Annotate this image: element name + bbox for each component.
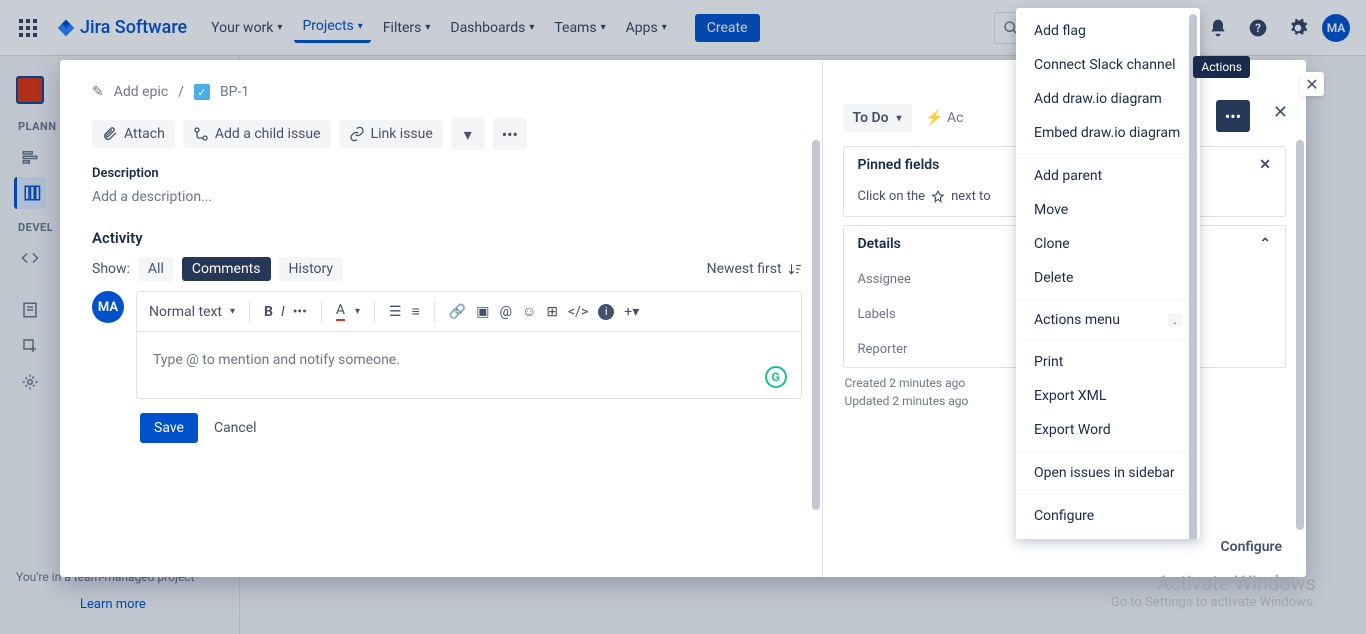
dropdown-scrollbar[interactable] — [1189, 14, 1197, 539]
pinned-title: Pinned fields — [858, 157, 940, 173]
emoji-icon[interactable]: ☺ — [522, 303, 536, 320]
editor-body[interactable]: Type @ to mention and notify someone. G — [137, 332, 801, 398]
dd-move[interactable]: Move — [1016, 193, 1200, 227]
filter-all[interactable]: All — [138, 257, 174, 281]
image-icon[interactable]: ▣ — [476, 304, 489, 320]
breadcrumb: ✎ Add epic / ✓ BP-1 — [92, 84, 802, 100]
description-field[interactable]: Add a description... — [92, 189, 802, 205]
actions-flash-icon[interactable]: ⚡ Ac — [926, 110, 964, 126]
pinned-close-icon[interactable]: ✕ — [1259, 157, 1271, 173]
text-style-dropdown[interactable]: Normal text▾ — [149, 304, 235, 320]
filter-history[interactable]: History — [279, 257, 344, 281]
dd-add-parent[interactable]: Add parent — [1016, 159, 1200, 193]
modal-left-panel: ✎ Add epic / ✓ BP-1 Attach Add a child i… — [60, 60, 822, 577]
dd-embed-drawio[interactable]: Embed draw.io diagram — [1016, 116, 1200, 150]
close-icon[interactable]: ✕ — [1273, 102, 1288, 123]
table-icon[interactable]: ⊞ — [546, 304, 558, 320]
grammarly-icon[interactable]: G — [765, 366, 787, 388]
add-epic-link[interactable]: Add epic — [114, 84, 168, 100]
plus-icon[interactable]: +▾ — [624, 304, 639, 320]
issue-toolbar: Attach Add a child issue Link issue ▾ ••… — [92, 118, 802, 150]
number-list-icon[interactable]: ≡ — [412, 303, 420, 320]
dd-connect-slack[interactable]: Connect Slack channel — [1016, 48, 1200, 82]
cancel-button[interactable]: Cancel — [214, 420, 257, 436]
bold-icon[interactable]: B — [264, 304, 273, 320]
comment-avatar: MA — [92, 291, 124, 323]
status-dropdown[interactable]: To Do▾ — [843, 104, 912, 132]
save-button[interactable]: Save — [140, 413, 198, 443]
dd-print[interactable]: Print — [1016, 345, 1200, 379]
details-collapse-icon[interactable]: ⌃ — [1259, 236, 1271, 252]
editor-actions: Save Cancel — [140, 413, 802, 443]
description-title: Description — [92, 166, 802, 181]
code-icon[interactable]: </> — [568, 304, 588, 320]
attach-button[interactable]: Attach — [92, 120, 175, 148]
mention-icon[interactable]: @ — [499, 304, 512, 320]
issue-key[interactable]: BP-1 — [220, 84, 249, 100]
task-type-icon: ✓ — [194, 84, 210, 100]
actions-dropdown: Add flag Connect Slack channel Add draw.… — [1016, 8, 1200, 539]
dd-export-word[interactable]: Export Word — [1016, 413, 1200, 447]
pencil-icon: ✎ — [92, 84, 104, 100]
show-label: Show: — [92, 261, 130, 277]
link-issue-button[interactable]: Link issue — [339, 120, 443, 148]
comment-row: MA Normal text▾ B I ••• A▾ ☰ ≡ � — [92, 291, 802, 399]
add-child-button[interactable]: Add a child issue — [183, 120, 331, 148]
text-color-icon[interactable]: A — [336, 302, 345, 321]
details-title: Details — [858, 236, 901, 252]
sort-newest[interactable]: Newest first — [707, 261, 802, 277]
info-icon[interactable]: i — [598, 304, 614, 320]
dd-configure[interactable]: Configure — [1016, 499, 1200, 533]
more-format-icon[interactable]: ••• — [293, 304, 307, 320]
pin-icon — [931, 190, 945, 204]
editor-toolbar: Normal text▾ B I ••• A▾ ☰ ≡ 🔗 ▣ @ — [137, 292, 801, 332]
italic-icon[interactable]: I — [281, 304, 285, 320]
dd-delete[interactable]: Delete — [1016, 261, 1200, 295]
more-toolbar-icon[interactable]: ••• — [493, 118, 527, 150]
dd-clone[interactable]: Clone — [1016, 227, 1200, 261]
filter-comments[interactable]: Comments — [182, 257, 271, 281]
link-icon[interactable]: 🔗 — [449, 304, 466, 320]
dd-add-flag[interactable]: Add flag — [1016, 14, 1200, 48]
modal-corner-x-icon[interactable]: ✕ — [1300, 72, 1324, 96]
link-dropdown-icon[interactable]: ▾ — [451, 118, 485, 150]
dd-open-sidebar[interactable]: Open issues in sidebar — [1016, 456, 1200, 490]
scrollbar-left[interactable] — [812, 140, 820, 510]
dd-actions-menu[interactable]: Actions menu. — [1016, 304, 1200, 336]
dd-add-drawio[interactable]: Add draw.io diagram — [1016, 82, 1200, 116]
activity-title: Activity — [92, 229, 802, 247]
comment-editor[interactable]: Normal text▾ B I ••• A▾ ☰ ≡ 🔗 ▣ @ — [136, 291, 802, 399]
bullet-list-icon[interactable]: ☰ — [389, 304, 402, 320]
breadcrumb-separator: / — [178, 84, 184, 100]
scrollbar-right[interactable] — [1296, 140, 1304, 530]
more-actions-button[interactable]: ••• — [1216, 100, 1250, 132]
activity-filters: Show: All Comments History Newest first — [92, 257, 802, 281]
actions-tooltip: Actions — [1193, 56, 1250, 78]
dd-export-xml[interactable]: Export XML — [1016, 379, 1200, 413]
configure-link[interactable]: Configure — [1221, 539, 1282, 555]
